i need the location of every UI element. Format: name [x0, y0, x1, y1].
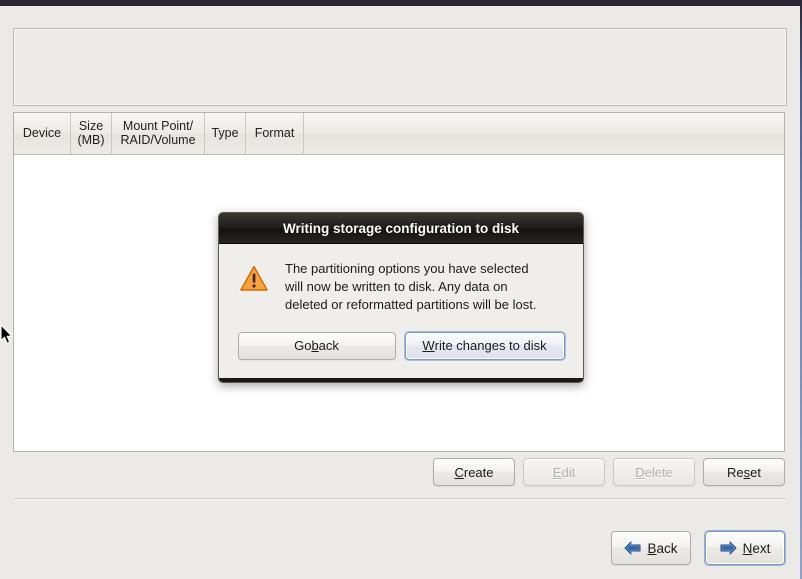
back-button-label-post: ack [656, 540, 678, 556]
go-back-button-label-pre: Go [294, 338, 312, 354]
column-header-size[interactable]: Size (MB) [71, 113, 112, 154]
dialog-bottom-edge [219, 377, 583, 382]
column-header-type[interactable]: Type [205, 113, 246, 154]
column-header-device-label: Device [22, 125, 62, 140]
column-header-mount-point-label-2: RAID/Volume [120, 132, 196, 147]
go-back-button[interactable]: Go b ack [237, 331, 396, 360]
column-header-type-label: Type [211, 125, 239, 140]
next-button-text: Next [743, 541, 771, 556]
column-header-mount-point-label-1: Mount Point/ [122, 119, 194, 133]
write-button-label-post: rite changes to disk [434, 338, 547, 354]
write-changes-to-disk-button[interactable]: Write changes to disk [404, 331, 565, 360]
go-back-button-label-post: ack [318, 338, 339, 354]
next-button[interactable]: Next [705, 531, 785, 565]
reset-button[interactable]: Re s et [703, 458, 785, 486]
warning-triangle-icon [237, 262, 271, 294]
column-header-mount-point[interactable]: Mount Point/ RAID/Volume [112, 113, 205, 154]
next-button-label-key: N [742, 540, 753, 556]
reset-button-label-post: et [750, 464, 761, 480]
window-chrome-top [0, 0, 802, 6]
column-header-size-label-1: Size [78, 119, 104, 133]
column-header-device[interactable]: Device [14, 113, 71, 154]
partition-action-buttons: Create Edit Delete Re s et [13, 458, 785, 488]
create-button-label-key: C [454, 464, 464, 480]
write-button-label-key: W [422, 338, 435, 354]
edit-button: Edit [523, 458, 605, 486]
edit-button-label-key: E [552, 464, 562, 480]
installer-window: Device Size (MB) Mount Point/ RAID/Volum… [0, 0, 802, 579]
column-header-filler [304, 113, 784, 154]
delete-button-label-key: D [635, 464, 645, 480]
next-button-label-post: ext [752, 540, 771, 556]
column-header-format[interactable]: Format [246, 113, 304, 154]
delete-button: Delete [613, 458, 695, 486]
dialog-message-line-3: deleted or reformatted partitions will b… [285, 296, 537, 312]
edit-button-label-post: dit [561, 464, 576, 480]
reset-button-label-pre: Re [727, 464, 744, 480]
dialog-title: Writing storage configuration to disk [282, 220, 519, 236]
column-header-format-label: Format [254, 125, 295, 140]
dialog-titlebar: Writing storage configuration to disk [219, 213, 583, 244]
dialog-message-line-2: will now be written to disk. Any data on [285, 278, 508, 294]
disk-overview-panel [13, 28, 787, 106]
table-header-row: Device Size (MB) Mount Point/ RAID/Volum… [14, 113, 784, 155]
wizard-nav-buttons: Back Next [611, 531, 785, 565]
back-button-label-key: B [647, 540, 657, 556]
back-button[interactable]: Back [611, 531, 691, 565]
write-changes-dialog: Writing storage configuration to disk Th… [218, 212, 584, 383]
go-back-button-label-key: b [311, 338, 319, 354]
dialog-message: The partitioning options you have select… [285, 260, 536, 314]
column-header-size-label-2: (MB) [77, 132, 105, 147]
dialog-message-line-1: The partitioning options you have select… [285, 261, 529, 276]
footer-separator [14, 498, 786, 500]
dialog-body: The partitioning options you have select… [219, 244, 583, 314]
dialog-action-buttons: Go b ack Write changes to disk [219, 313, 583, 378]
mouse-pointer-icon [0, 324, 13, 345]
back-button-text: Back [647, 541, 677, 556]
arrow-left-icon [624, 541, 641, 555]
delete-button-label-post: elete [644, 464, 673, 480]
create-button[interactable]: Create [433, 458, 515, 486]
create-button-label-post: reate [463, 464, 494, 480]
arrow-right-icon [720, 541, 737, 555]
